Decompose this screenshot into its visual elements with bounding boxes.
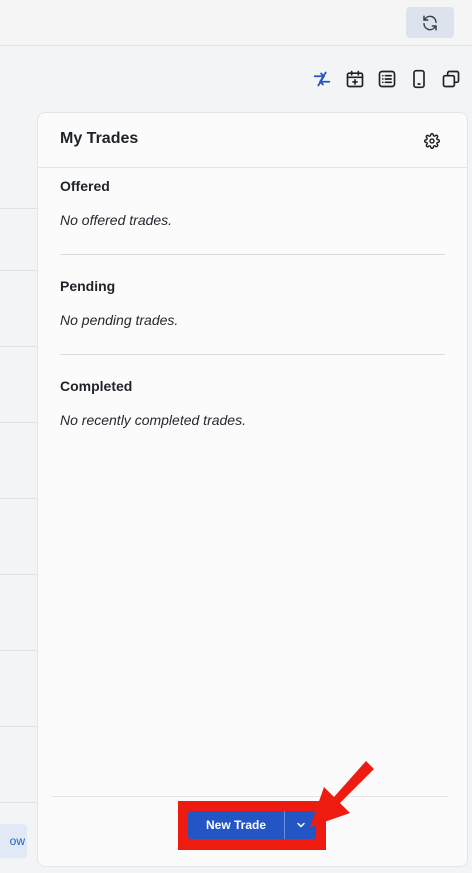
panel-footer-divider — [52, 796, 448, 797]
section-completed-empty: No recently completed trades. — [60, 412, 246, 428]
top-bar — [0, 0, 472, 46]
row-divider — [0, 270, 37, 271]
list-view-button[interactable] — [374, 66, 400, 92]
panel-header: My Trades — [38, 113, 467, 168]
row-divider — [0, 726, 37, 727]
left-panel-button-label: ow — [9, 834, 25, 848]
pointer-arrow-icon — [310, 761, 374, 827]
section-pending-empty: No pending trades. — [60, 312, 179, 328]
list-icon — [378, 70, 396, 88]
panel-title: My Trades — [60, 130, 139, 147]
section-divider — [60, 254, 445, 255]
gear-icon — [424, 133, 440, 149]
section-completed-title: Completed — [60, 378, 133, 394]
section-offered-empty: No offered trades. — [60, 212, 173, 228]
row-divider — [0, 422, 37, 423]
row-divider — [0, 650, 37, 651]
refresh-icon — [423, 15, 437, 30]
section-divider — [60, 354, 445, 355]
new-trade-label: New Trade — [205, 818, 267, 832]
left-panel — [0, 112, 37, 873]
row-divider — [0, 346, 37, 347]
row-divider — [0, 574, 37, 575]
windows-icon — [442, 70, 460, 88]
new-trade-button[interactable]: New Trade — [188, 811, 284, 839]
settings-button[interactable] — [423, 132, 441, 150]
row-divider — [0, 208, 37, 209]
calendar-add-icon — [346, 70, 364, 88]
refresh-button[interactable] — [406, 7, 454, 38]
windows-view-button[interactable] — [438, 66, 464, 92]
trade-arrows-icon — [313, 71, 331, 87]
mobile-view-button[interactable] — [406, 66, 432, 92]
section-pending-title: Pending — [60, 278, 116, 294]
trades-view-button[interactable] — [309, 66, 335, 92]
row-divider — [0, 498, 37, 499]
view-toolbar — [0, 66, 472, 94]
my-trades-panel: My Trades Offered No offered trades. Pen… — [37, 112, 468, 867]
mobile-icon — [413, 69, 425, 89]
section-offered-title: Offered — [60, 178, 110, 194]
left-panel-button[interactable]: ow — [0, 824, 27, 858]
calendar-view-button[interactable] — [342, 66, 368, 92]
row-divider — [0, 802, 37, 803]
